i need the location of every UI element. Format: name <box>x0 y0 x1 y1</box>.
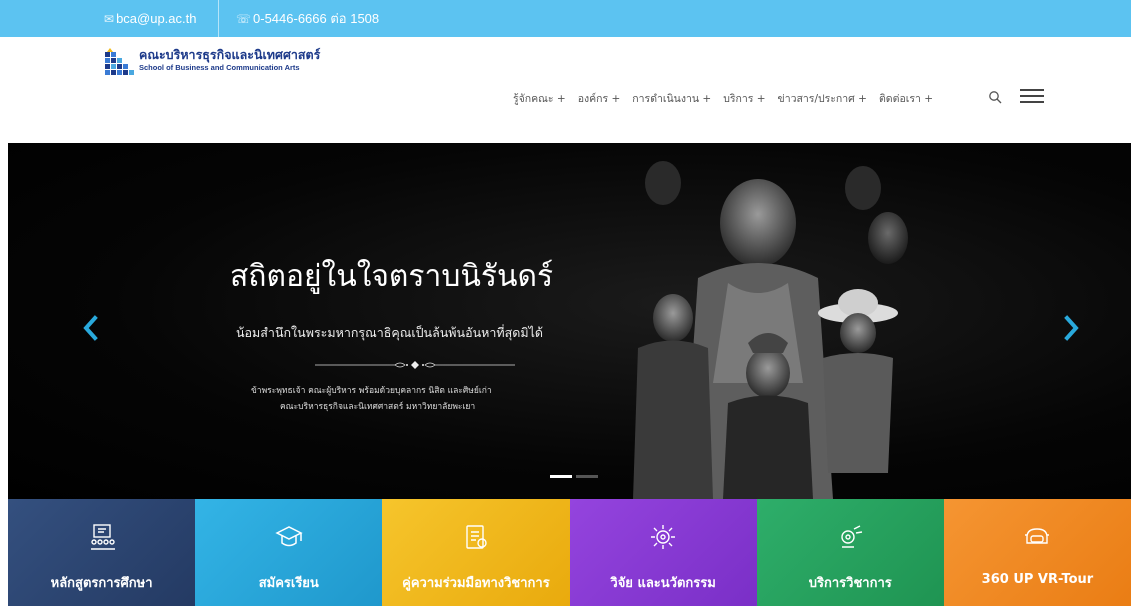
tile-curriculum-label: หลักสูตรการศึกษา <box>50 576 153 591</box>
phone-icon: ☏ <box>236 11 252 26</box>
tile-research[interactable]: วิจัย และนวัตกรรม <box>569 499 757 606</box>
search-icon[interactable] <box>988 89 1002 104</box>
slider-next-arrow-icon[interactable] <box>1060 315 1082 341</box>
slider-indicators <box>550 475 598 478</box>
tile-partnership-label: คู่ความร่วมมือทางวิชาการ <box>402 576 550 591</box>
main-nav: รู้จักคณะ + องค์กร + การดำเนินงาน + บริก… <box>513 90 933 107</box>
hero-portrait-image <box>588 143 988 499</box>
hero-subtitle: น้อมสำนึกในพระมหากรุณาธิคุณเป็นล้นพ้นอัน… <box>236 325 544 340</box>
hero-slider: สถิตอยู่ในใจตราบนิรันดร์ น้อมสำนึกในพระม… <box>8 143 1131 499</box>
tile-research-label: วิจัย และนวัตกรรม <box>610 576 716 591</box>
hero-title: สถิตอยู่ในใจตราบนิรันดร์ <box>230 259 554 294</box>
email-contact[interactable]: ✉ bca@up.ac.th <box>104 0 219 37</box>
logo-english-text: School of Business and Communication Art… <box>139 63 300 72</box>
slide-indicator-2[interactable] <box>576 475 598 478</box>
tile-partnership[interactable]: คู่ความร่วมมือทางวิชาการ <box>382 499 570 606</box>
graduation-cap-icon <box>275 523 303 551</box>
hamburger-menu-icon[interactable] <box>1020 89 1044 105</box>
slide-indicator-1[interactable] <box>550 475 572 478</box>
nav-item-operations[interactable]: การดำเนินงาน + <box>632 90 711 107</box>
tile-academic-service-label: บริการวิชาการ <box>808 576 892 591</box>
site-logo[interactable]: คณะบริหารธุรกิจและนิเทศศาสตร์ School of … <box>105 47 345 83</box>
nav-item-services[interactable]: บริการ + <box>723 90 765 107</box>
contact-bar: ✉ bca@up.ac.th ☏ 0-5446-6666 ต่อ 1508 <box>0 0 1131 37</box>
tile-curriculum[interactable]: หลักสูตรการศึกษา <box>8 499 196 606</box>
tile-vr-tour-label: 360 UP VR-Tour <box>981 572 1094 587</box>
phone-contact[interactable]: ☏ 0-5446-6666 ต่อ 1508 <box>236 0 379 37</box>
service-icon <box>836 523 864 551</box>
logo-thai-text: คณะบริหารธุรกิจและนิเทศศาสตร์ <box>139 47 321 62</box>
slider-prev-arrow-icon[interactable] <box>80 315 102 341</box>
tile-apply-label: สมัครเรียน <box>258 576 319 591</box>
tile-apply[interactable]: สมัครเรียน <box>195 499 383 606</box>
hero-ornament-divider <box>315 355 515 369</box>
nav-item-about[interactable]: รู้จักคณะ + <box>513 90 566 107</box>
nav-item-contact[interactable]: ติดต่อเรา + <box>879 90 933 107</box>
logo-mark-icon <box>105 48 134 76</box>
phone-text[interactable]: 0-5446-6666 ต่อ 1508 <box>253 8 379 29</box>
hero-dedication-line: ข้าพระพุทธเจ้า คณะผู้บริหาร พร้อมด้วยบุค… <box>251 386 492 396</box>
nav-item-organization[interactable]: องค์กร + <box>578 90 621 107</box>
document-icon <box>462 523 490 551</box>
mail-icon: ✉ <box>104 11 115 26</box>
research-icon <box>649 523 677 551</box>
email-text[interactable]: bca@up.ac.th <box>116 11 196 26</box>
feature-tiles: หลักสูตรการศึกษา สมัครเรียน คู่ความร่วมม… <box>8 499 1131 606</box>
tile-vr-tour[interactable]: 360 UP VR-Tour <box>943 499 1131 606</box>
vr-360-icon <box>1023 523 1051 551</box>
nav-item-news[interactable]: ข่าวสาร/ประกาศ + <box>778 90 867 107</box>
hero-faculty-line: คณะบริหารธุรกิจและนิเทศศาสตร์ มหาวิทยาลั… <box>280 402 476 412</box>
curriculum-icon <box>88 523 116 551</box>
tile-academic-service[interactable]: บริการวิชาการ <box>756 499 944 606</box>
